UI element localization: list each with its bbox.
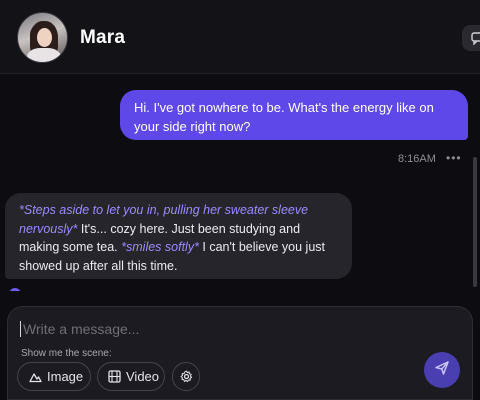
message-list[interactable]: Hi. I've got nowhere to be. What's the e…	[0, 75, 480, 291]
header-action-button[interactable]	[462, 25, 480, 51]
send-button[interactable]	[424, 352, 460, 388]
send-icon	[434, 360, 450, 381]
film-icon	[108, 370, 121, 383]
user-message: Hi. I've got nowhere to be. What's the e…	[120, 90, 468, 140]
scene-label: Show me the scene:	[21, 348, 112, 359]
gear-icon	[180, 370, 193, 383]
action-text: *smiles softly*	[121, 240, 199, 254]
landscape-icon	[29, 371, 42, 383]
text-caret	[20, 321, 21, 337]
message-icon	[471, 31, 480, 45]
avatar-body	[27, 48, 61, 62]
image-button-label: Image	[47, 369, 84, 384]
scrollbar[interactable]	[473, 157, 477, 287]
character-message: *Steps aside to let you in, pulling her …	[5, 193, 352, 279]
video-button[interactable]: Video	[97, 362, 165, 391]
chat-header: Mara	[0, 0, 480, 74]
scene-settings-button[interactable]	[172, 362, 200, 391]
message-input-placeholder: Write a message...	[23, 321, 140, 337]
video-button-label: Video	[126, 369, 160, 384]
character-name[interactable]: Mara	[80, 27, 125, 49]
avatar-face	[37, 28, 52, 47]
message-timestamp: 8:16AM	[398, 153, 436, 165]
image-button[interactable]: Image	[17, 362, 91, 391]
avatar[interactable]	[17, 12, 68, 63]
message-input[interactable]: Write a message...	[20, 318, 400, 340]
message-more-button[interactable]: •••	[446, 151, 462, 165]
user-message-text: Hi. I've got nowhere to be. What's the e…	[134, 100, 434, 134]
